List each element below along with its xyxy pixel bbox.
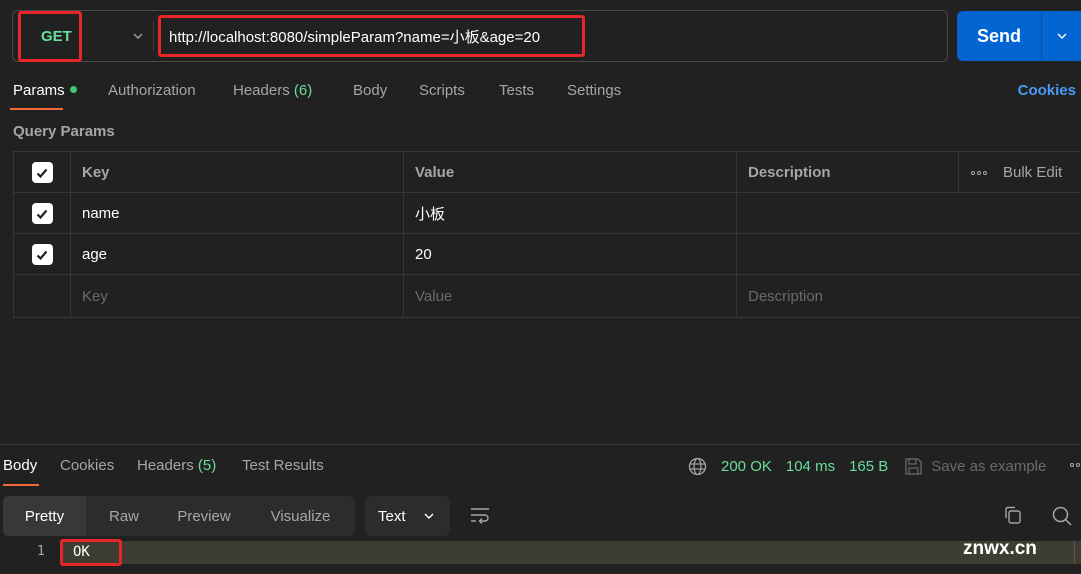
tab-body[interactable]: Body xyxy=(353,82,387,99)
tab-authorization[interactable]: Authorization xyxy=(108,82,196,99)
tab-headers[interactable]: Headers (6) xyxy=(233,82,312,99)
select-all-cell xyxy=(14,152,71,193)
format-select[interactable]: Text xyxy=(365,496,450,536)
row-check-cell xyxy=(14,193,71,234)
editor-ruler xyxy=(1074,541,1075,564)
view-preview[interactable]: Preview xyxy=(162,496,246,536)
tab-label: Authorization xyxy=(108,82,196,99)
chevron-down-icon xyxy=(424,513,434,519)
url-input[interactable]: http://localhost:8080/simpleParam?name=小… xyxy=(169,11,540,61)
tab-label: Headers xyxy=(137,457,194,474)
more-options-icon[interactable] xyxy=(971,170,987,175)
cookies-link[interactable]: Cookies xyxy=(1018,82,1076,99)
headers-count: (6) xyxy=(293,82,313,99)
save-icon xyxy=(904,457,923,476)
param-key-input[interactable]: name xyxy=(71,193,404,234)
tab-settings[interactable]: Settings xyxy=(567,82,621,99)
table-row: age 20 xyxy=(14,234,1081,275)
response-size[interactable]: 165 B xyxy=(849,458,888,475)
tab-label: Scripts xyxy=(419,82,465,99)
active-tab-underline xyxy=(3,484,39,486)
tab-tests[interactable]: Tests xyxy=(499,82,534,99)
view-mode-selector: Pretty Raw Preview Visualize xyxy=(3,496,355,536)
send-options-button[interactable] xyxy=(1042,11,1081,61)
search-icon[interactable] xyxy=(1051,505,1073,527)
new-key-input[interactable]: Key xyxy=(71,275,404,318)
tab-scripts[interactable]: Scripts xyxy=(419,82,465,99)
view-visualize[interactable]: Visualize xyxy=(246,496,355,536)
status-code[interactable]: 200 OK xyxy=(721,458,772,475)
param-value-input[interactable]: 小板 xyxy=(404,193,737,234)
line-number: 1 xyxy=(37,544,45,559)
tab-label: Params xyxy=(13,82,65,99)
more-options-icon[interactable] xyxy=(1070,463,1080,467)
url-divider xyxy=(153,21,154,51)
table-bottom-border xyxy=(13,317,1081,318)
checkmark-icon xyxy=(36,168,48,178)
checkmark-icon xyxy=(36,250,48,260)
param-value-input[interactable]: 20 xyxy=(404,234,737,275)
chevron-down-icon xyxy=(1057,33,1066,39)
view-raw[interactable]: Raw xyxy=(86,496,162,536)
copy-icon[interactable] xyxy=(1002,505,1022,525)
query-params-title: Query Params xyxy=(13,123,115,140)
response-tab-headers[interactable]: Headers (5) xyxy=(137,457,216,474)
table-row: name 小板 xyxy=(14,193,1081,234)
response-body-text[interactable]: OK xyxy=(73,544,90,560)
checkmark-icon xyxy=(36,209,48,219)
chevron-down-icon xyxy=(133,33,143,39)
format-label: Text xyxy=(378,507,406,525)
new-param-row: Key Value Description xyxy=(14,275,1081,318)
method-label: GET xyxy=(41,27,72,45)
tab-label: Settings xyxy=(567,82,622,99)
header-description: Description xyxy=(737,152,959,193)
watermark: znwx.cn xyxy=(963,538,1037,559)
postman-request-window: GET http://localhost:8080/simpleParam?na… xyxy=(0,0,1081,574)
tab-label: Tests xyxy=(499,82,535,99)
table-header-row: Key Value Description Bulk Edit xyxy=(14,152,1081,193)
save-as-example-button[interactable]: Save as example xyxy=(931,458,1046,475)
tab-label: Headers xyxy=(233,82,290,99)
request-url-bar: GET http://localhost:8080/simpleParam?na… xyxy=(12,10,948,62)
response-meta: 200 OK 104 ms 165 B Save as example xyxy=(688,454,1046,478)
new-description-input[interactable]: Description xyxy=(737,275,1081,318)
param-description-input[interactable] xyxy=(737,234,1081,275)
param-key-input[interactable]: age xyxy=(71,234,404,275)
active-tab-underline xyxy=(10,108,63,110)
bulk-edit-label: Bulk Edit xyxy=(1003,164,1063,181)
new-value-input[interactable]: Value xyxy=(404,275,737,318)
response-time[interactable]: 104 ms xyxy=(786,458,835,475)
send-button[interactable]: Send xyxy=(957,11,1041,61)
response-tab-test-results[interactable]: Test Results xyxy=(242,457,324,474)
response-tab-body[interactable]: Body xyxy=(3,457,37,474)
select-all-checkbox[interactable] xyxy=(31,162,53,183)
bulk-edit-button[interactable]: Bulk Edit xyxy=(959,152,1081,193)
send-button-group: Send xyxy=(957,11,1081,61)
globe-icon[interactable] xyxy=(688,457,707,476)
row-checkbox[interactable] xyxy=(31,244,53,265)
response-tab-cookies[interactable]: Cookies xyxy=(60,457,114,474)
row-check-cell xyxy=(14,275,71,318)
header-value: Value xyxy=(404,152,737,193)
wrap-lines-icon[interactable] xyxy=(469,506,491,526)
request-tabs: Params Authorization Headers (6) Body Sc… xyxy=(0,78,1081,110)
highlighted-code-line xyxy=(60,541,1081,564)
params-active-dot xyxy=(69,85,77,93)
tab-label: Body xyxy=(353,82,388,99)
view-pretty[interactable]: Pretty xyxy=(3,496,86,536)
method-select[interactable]: GET xyxy=(27,11,157,61)
header-key: Key xyxy=(71,152,404,193)
query-params-table: Key Value Description Bulk Edit name 小板 xyxy=(13,151,1081,318)
pane-resize-divider[interactable] xyxy=(0,444,1081,445)
headers-count: (5) xyxy=(197,457,217,474)
tab-params[interactable]: Params xyxy=(13,82,77,99)
row-check-cell xyxy=(14,234,71,275)
param-description-input[interactable] xyxy=(737,193,1081,234)
row-checkbox[interactable] xyxy=(31,203,53,224)
